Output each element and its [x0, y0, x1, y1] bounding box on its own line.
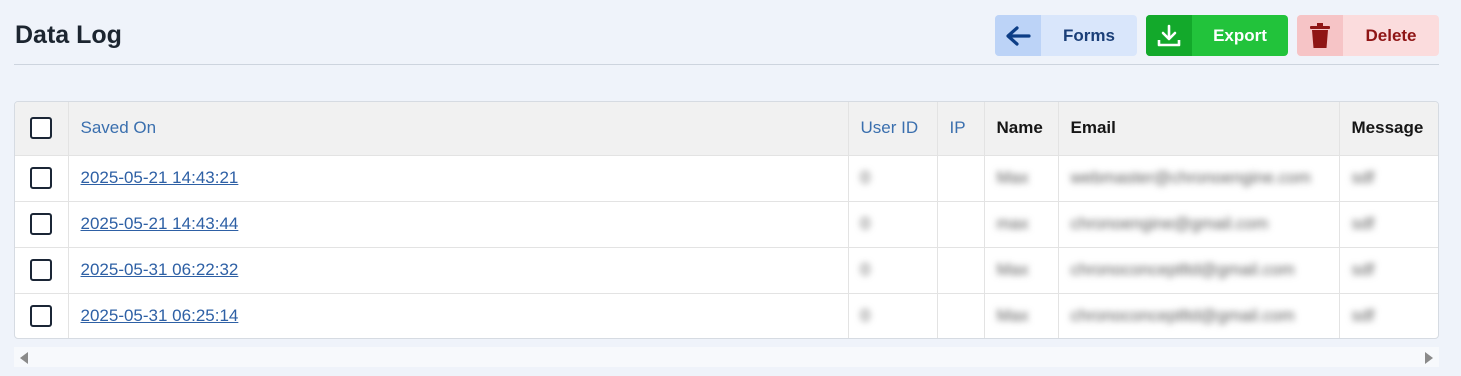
email-cell: chronoconceptltd@gmail.com	[1057, 247, 1339, 293]
email-value: webmaster@chronoengine.com	[1070, 168, 1311, 187]
message-value: sdf	[1351, 260, 1375, 279]
column-header-name: Name	[983, 102, 1058, 155]
email-value: chronoengine@gmail.com	[1070, 214, 1269, 233]
user-id-value: 0	[860, 168, 870, 187]
row-select-cell	[15, 247, 68, 293]
ip-cell	[936, 293, 984, 338]
name-cell: Max	[983, 155, 1058, 201]
table-row: 2025-05-21 14:43:21 0 Max webmaster@chro…	[15, 155, 1438, 201]
saved-on-cell: 2025-05-21 14:43:44	[67, 201, 848, 247]
user-id-cell: 0	[847, 293, 937, 338]
download-icon	[1146, 15, 1192, 56]
user-id-value: 0	[860, 260, 870, 279]
row-checkbox[interactable]	[30, 305, 53, 328]
row-select-cell	[15, 201, 68, 247]
scroll-left-icon[interactable]	[20, 352, 28, 364]
forms-button[interactable]: Forms	[995, 15, 1137, 56]
page-title: Data Log	[15, 21, 122, 49]
name-cell: max	[983, 201, 1058, 247]
column-header-ip[interactable]: IP	[936, 102, 984, 155]
ip-cell	[936, 155, 984, 201]
name-value: Max	[996, 306, 1029, 326]
row-checkbox[interactable]	[30, 213, 53, 235]
saved-on-link[interactable]: 2025-05-31 06:22:32	[81, 260, 239, 279]
delete-button[interactable]: Delete	[1297, 15, 1439, 56]
message-cell: sdf	[1338, 155, 1438, 201]
user-id-cell: 0	[847, 247, 937, 293]
row-checkbox[interactable]	[30, 167, 53, 189]
saved-on-link[interactable]: 2025-05-21 14:43:21	[81, 168, 239, 187]
message-value: sdf	[1351, 214, 1375, 233]
row-checkbox[interactable]	[30, 259, 53, 281]
saved-on-link[interactable]: 2025-05-31 06:25:14	[81, 306, 239, 325]
name-cell: Max	[983, 293, 1058, 338]
saved-on-link[interactable]: 2025-05-21 14:43:44	[81, 214, 239, 233]
table-row: 2025-05-31 06:25:14 0 Max chronoconceptl…	[15, 293, 1438, 338]
column-header-user-id[interactable]: User ID	[847, 102, 937, 155]
select-all-cell	[15, 102, 68, 155]
email-value: chronoconceptltd@gmail.com	[1070, 306, 1295, 326]
trash-icon	[1297, 15, 1343, 56]
message-value: sdf	[1351, 306, 1375, 326]
email-cell: chronoconceptltd@gmail.com	[1057, 293, 1339, 338]
ip-cell	[936, 247, 984, 293]
user-id-cell: 0	[847, 155, 937, 201]
horizontal-scrollbar[interactable]	[14, 347, 1439, 367]
message-value: sdf	[1351, 168, 1375, 187]
user-id-cell: 0	[847, 201, 937, 247]
scroll-right-icon[interactable]	[1425, 352, 1433, 364]
message-cell: sdf	[1338, 201, 1438, 247]
message-cell: sdf	[1338, 247, 1438, 293]
table-row: 2025-05-31 06:22:32 0 Max chronoconceptl…	[15, 247, 1438, 293]
ip-cell	[936, 201, 984, 247]
table-header-row: Saved On User ID IP Name Email Message	[15, 102, 1438, 155]
email-cell: chronoengine@gmail.com	[1057, 201, 1339, 247]
name-value: Max	[996, 260, 1029, 279]
data-log-table: Saved On User ID IP Name Email Message 2…	[14, 101, 1439, 339]
user-id-value: 0	[860, 306, 870, 326]
user-id-value: 0	[860, 214, 870, 233]
forms-button-label: Forms	[1063, 25, 1115, 45]
email-cell: webmaster@chronoengine.com	[1057, 155, 1339, 201]
arrow-left-icon	[995, 15, 1041, 56]
message-cell: sdf	[1338, 293, 1438, 338]
header-divider	[14, 64, 1439, 65]
row-select-cell	[15, 155, 68, 201]
column-header-message: Message	[1338, 102, 1438, 155]
select-all-checkbox[interactable]	[30, 117, 53, 140]
email-value: chronoconceptltd@gmail.com	[1070, 260, 1295, 279]
saved-on-cell: 2025-05-31 06:25:14	[67, 293, 848, 338]
table-row: 2025-05-21 14:43:44 0 max chronoengine@g…	[15, 201, 1438, 247]
export-button-label: Export	[1213, 25, 1267, 45]
column-header-email: Email	[1057, 102, 1339, 155]
name-value: Max	[996, 168, 1029, 187]
name-cell: Max	[983, 247, 1058, 293]
row-select-cell	[15, 293, 68, 338]
export-button[interactable]: Export	[1146, 15, 1288, 56]
saved-on-cell: 2025-05-31 06:22:32	[67, 247, 848, 293]
saved-on-cell: 2025-05-21 14:43:21	[67, 155, 848, 201]
delete-button-label: Delete	[1365, 25, 1417, 45]
name-value: max	[996, 214, 1029, 233]
column-header-saved-on[interactable]: Saved On	[67, 102, 848, 155]
